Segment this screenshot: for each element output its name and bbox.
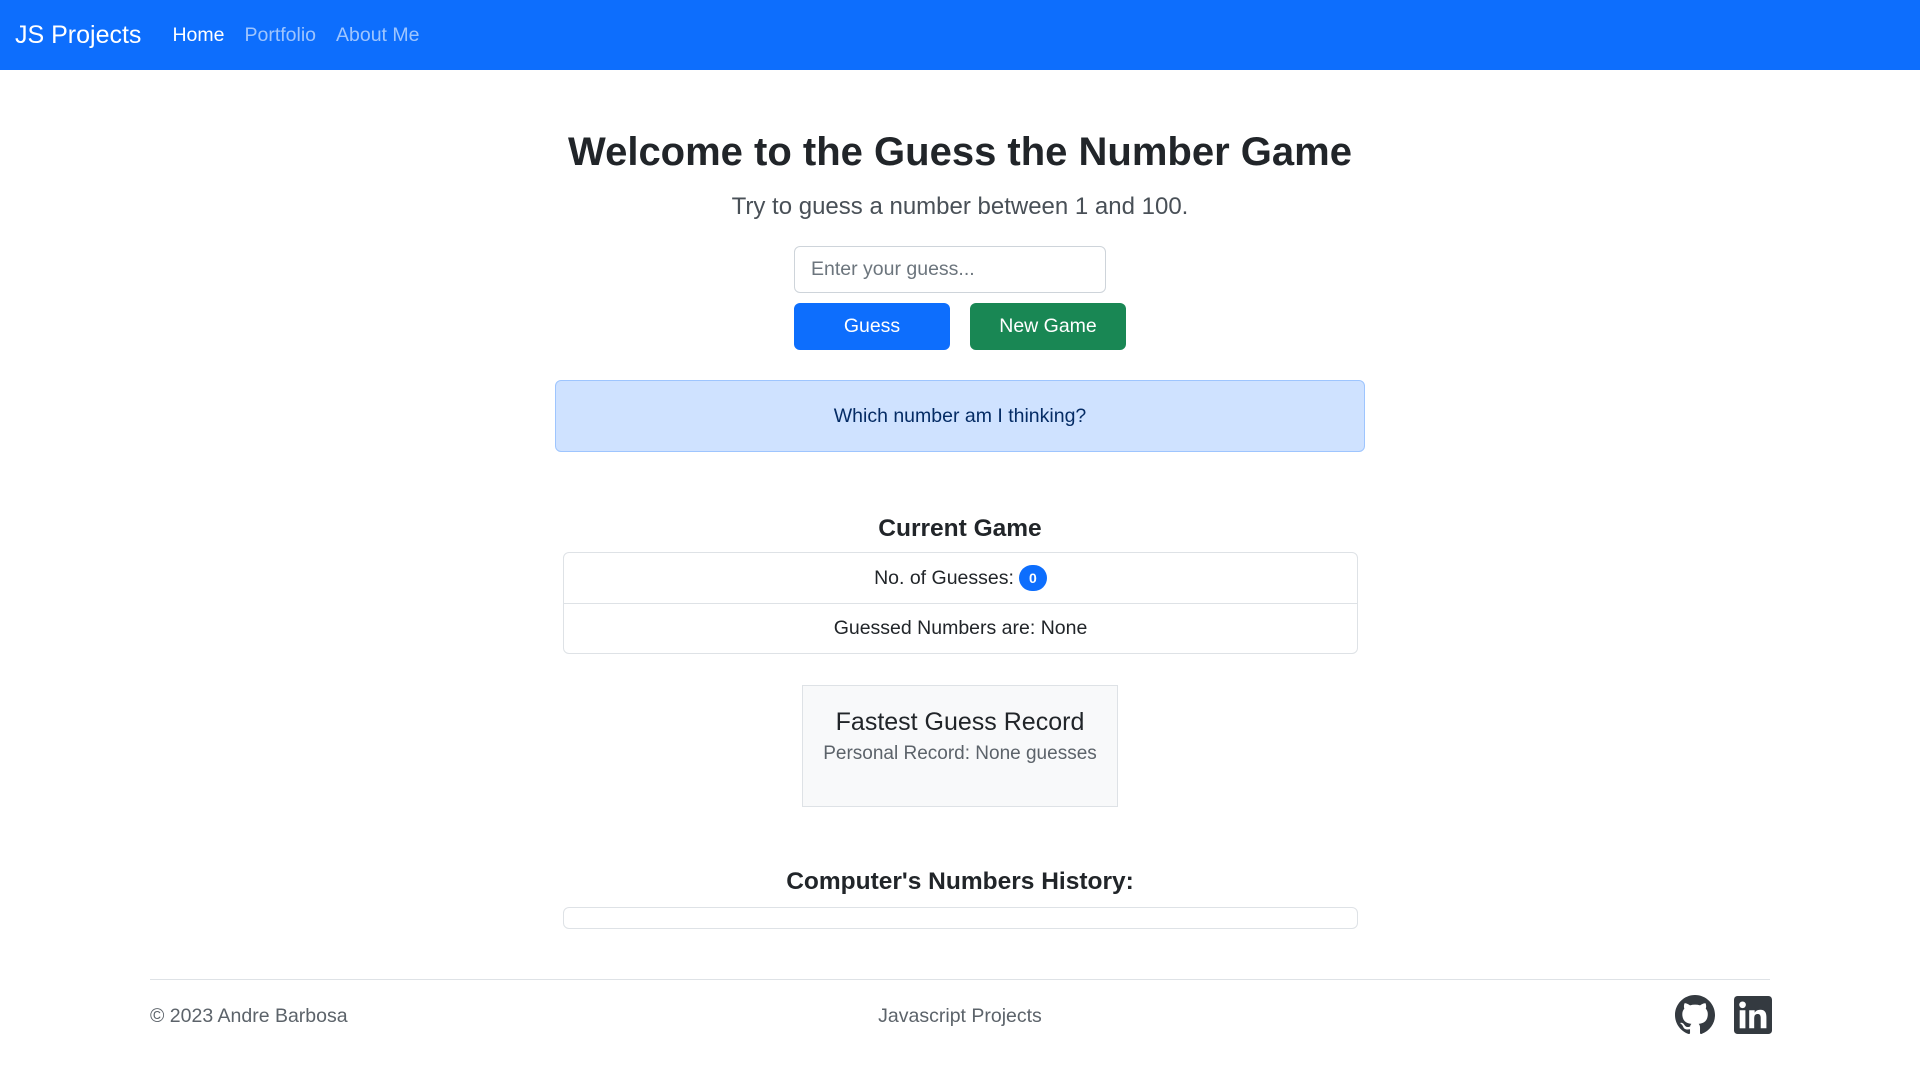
github-link[interactable]: [1675, 994, 1715, 1040]
history-list: [563, 907, 1358, 929]
linkedin-icon: [1734, 995, 1772, 1039]
navbar: JS Projects Home Portfolio About Me: [0, 0, 1920, 70]
record-text: Personal Record: None guesses: [823, 743, 1097, 764]
guess-button[interactable]: Guess: [794, 303, 950, 350]
message-alert: Which number am I thinking?: [555, 380, 1365, 452]
linkedin-link[interactable]: [1733, 995, 1773, 1039]
alert-message: Which number am I thinking?: [833, 404, 1087, 427]
page-title: Welcome to the Guess the Number Game: [568, 130, 1352, 174]
guessed-numbers-text: Guessed Numbers are: None: [833, 617, 1088, 639]
guesses-count-badge: 0: [1018, 565, 1047, 591]
current-game-list: No. of Guesses: 0 Guessed Numbers are: N…: [563, 552, 1358, 654]
guessed-numbers-item: Guessed Numbers are: None: [564, 603, 1357, 653]
nav-link-home[interactable]: Home: [172, 24, 224, 47]
page-subtitle: Try to guess a number between 1 and 100.: [731, 193, 1189, 220]
nav-link-about-me[interactable]: About Me: [336, 24, 419, 47]
footer-center-text: Javascript Projects: [878, 1005, 1042, 1027]
history-heading: Computer's Numbers History:: [786, 868, 1134, 895]
guesses-count-item: No. of Guesses: 0: [564, 553, 1357, 603]
github-icon: [1675, 994, 1715, 1040]
fastest-record-card: Fastest Guess Record Personal Record: No…: [802, 685, 1118, 807]
new-game-button[interactable]: New Game: [970, 303, 1126, 350]
footer-divider: [150, 979, 1770, 980]
current-game-heading: Current Game: [878, 515, 1042, 542]
guesses-count-label: No. of Guesses:: [874, 566, 1014, 589]
nav-link-portfolio[interactable]: Portfolio: [244, 24, 316, 47]
record-title: Fastest Guess Record: [835, 708, 1085, 736]
guess-input[interactable]: [794, 246, 1106, 293]
navbar-brand[interactable]: JS Projects: [15, 21, 141, 50]
